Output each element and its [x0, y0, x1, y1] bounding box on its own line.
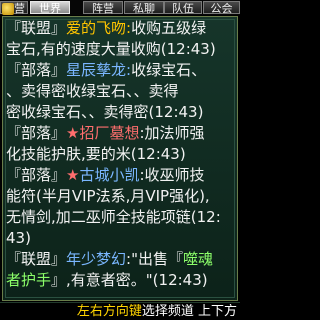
message-line: 宝石,有的速度大量收购(12:43) — [6, 39, 216, 60]
channel-tag: 『部落』 — [6, 124, 67, 142]
message-text: 无情剑,加二巫师全技能项链(12: — [6, 208, 221, 226]
message-text: 收购五级绿 — [131, 19, 207, 37]
footer-hint-bar: 左右方向键选择频道 上下方 — [0, 302, 240, 320]
tab-team[interactable]: 队伍 — [164, 1, 202, 15]
channel-icon — [2, 3, 14, 15]
tab-label: 队伍 — [172, 2, 194, 15]
message-line: 密收绿宝石、、卖得密(12:43) — [6, 102, 203, 123]
message-text: :加法师强 — [139, 124, 205, 142]
message-text: :"出售『 — [126, 250, 183, 268]
message-line: 『联盟』爱的飞吻:收购五级绿 — [6, 18, 206, 39]
star-icon: ★ — [66, 166, 80, 184]
message-text: 宝石,有的速度大量收购(12:43) — [6, 40, 216, 58]
message-line: 无情剑,加二巫师全技能项链(12: — [6, 207, 221, 228]
hint-rest-text: 选择频道 上下方 — [141, 304, 237, 319]
channel-tag: 『部落』 — [6, 61, 67, 79]
tab-world[interactable]: 世界 — [30, 1, 70, 15]
player-name[interactable]: 者护手 — [6, 271, 51, 289]
message-line: 『联盟』年少梦幻:"出售『噬魂 — [6, 249, 213, 270]
star-icon: ★ — [66, 124, 80, 142]
tab-label: 营 — [14, 2, 25, 15]
message-list[interactable]: 『联盟』爱的飞吻:收购五级绿 宝石,有的速度大量收购(12:43) 『部落』星辰孳龙… — [2, 16, 238, 301]
message-line: 43) — [6, 228, 31, 249]
channel-tag: 『联盟』 — [6, 19, 67, 37]
message-text: 化技能护肤,要的米(12:43) — [6, 145, 186, 163]
hint-key-text: 左右方向键 — [76, 304, 142, 319]
channel-tag: 『部落』 — [6, 166, 67, 184]
message-text: 能符(半月VIP法系,月VIP强化), — [6, 187, 210, 205]
message-line: 『部落』★古城小凯:收巫师技 — [6, 165, 205, 186]
tab-camp-partial[interactable]: 营 — [0, 1, 28, 15]
message-text: 、卖得密收绿宝石、、卖得 — [6, 82, 179, 100]
message-line: 、卖得密收绿宝石、、卖得 — [6, 81, 179, 102]
message-text: 收绿宝石、 — [131, 61, 207, 79]
player-name[interactable]: 年少梦幻 — [66, 250, 126, 268]
tab-private[interactable]: 私聊 — [124, 1, 164, 15]
tab-guild[interactable]: 公会 — [203, 1, 240, 15]
tab-label: 私聊 — [133, 2, 155, 15]
message-line: 化技能护肤,要的米(12:43) — [6, 144, 186, 165]
player-name[interactable]: 古城小凯 — [79, 166, 139, 184]
channel-tag: 『联盟』 — [6, 250, 67, 268]
tab-label: 公会 — [210, 2, 233, 15]
message-text: 』,有意者密。"(12:43) — [51, 271, 208, 289]
tab-label: 阵营 — [92, 2, 114, 15]
player-name[interactable]: 噬魂 — [183, 250, 213, 268]
message-line: 者护手』,有意者密。"(12:43) — [6, 270, 208, 291]
player-name[interactable]: 爱的飞吻: — [66, 19, 131, 37]
player-name[interactable]: 星辰孳龙: — [66, 61, 131, 79]
chat-screen: 营 世界 阵营 私聊 队伍 公会 『联盟』爱的飞吻:收购五级绿 宝石,有的速度大量… — [0, 0, 240, 320]
message-line: 『部落』★招厂墓想:加法师强 — [6, 123, 205, 144]
tab-label: 世界 — [39, 2, 61, 15]
player-name[interactable]: 招厂墓想 — [79, 124, 139, 142]
message-text: 密收绿宝石、、卖得密(12:43) — [6, 103, 204, 121]
message-text: 43) — [6, 229, 31, 247]
channel-tab-bar: 营 世界 阵营 私聊 队伍 公会 — [0, 0, 240, 15]
message-text: :收巫师技 — [139, 166, 205, 184]
message-line: 能符(半月VIP法系,月VIP强化), — [6, 186, 210, 207]
hint-text: 左右方向键选择频道 上下方 — [0, 304, 240, 320]
message-line: 『部落』星辰孳龙:收绿宝石、 — [6, 60, 206, 81]
tab-faction[interactable]: 阵营 — [83, 1, 123, 15]
